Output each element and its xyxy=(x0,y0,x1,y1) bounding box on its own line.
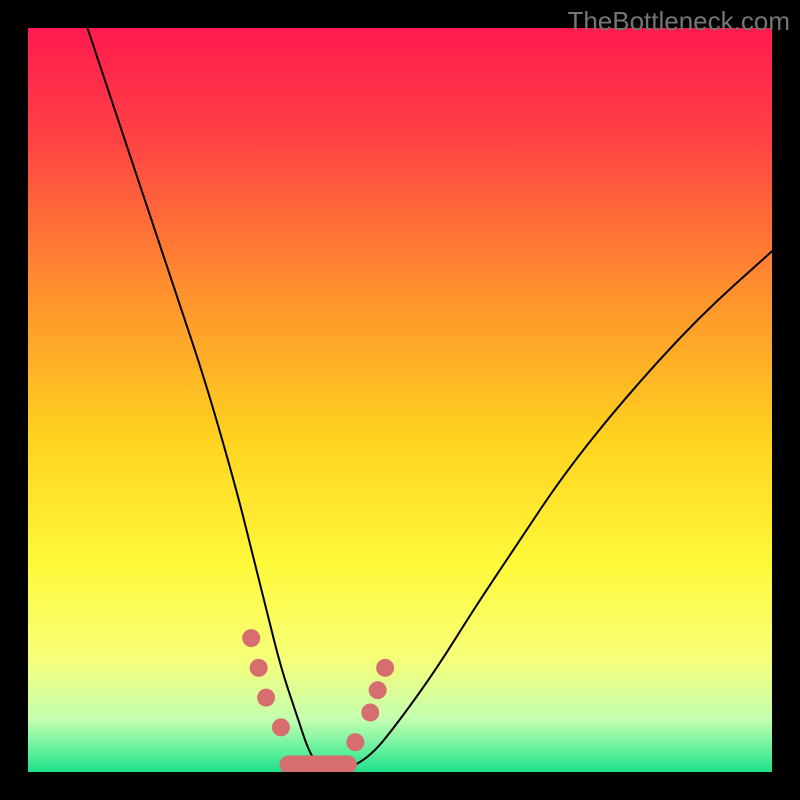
highlight-dot xyxy=(346,733,364,751)
highlight-dot xyxy=(361,703,379,721)
gradient-background xyxy=(28,28,772,772)
highlight-dot xyxy=(242,629,260,647)
highlight-dot xyxy=(369,681,387,699)
chart-frame: TheBottleneck.com xyxy=(0,0,800,800)
highlight-dot xyxy=(257,689,275,707)
bottleneck-chart xyxy=(28,28,772,772)
highlight-dot xyxy=(272,718,290,736)
watermark-text: TheBottleneck.com xyxy=(567,6,790,37)
highlight-dot xyxy=(250,659,268,677)
highlight-dot xyxy=(376,659,394,677)
